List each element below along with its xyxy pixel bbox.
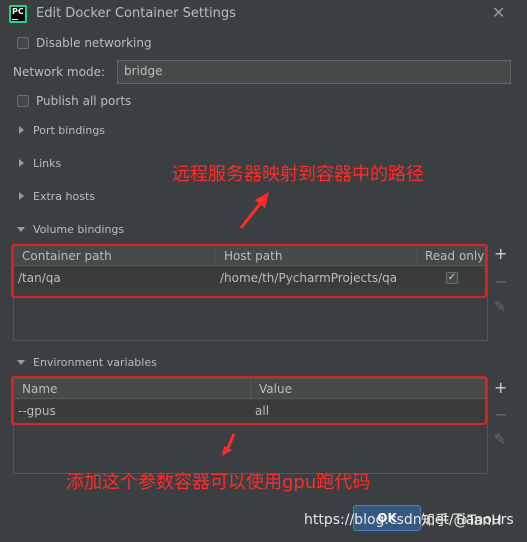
highlight-box	[11, 376, 487, 425]
expand-arrow-icon[interactable]	[19, 192, 24, 200]
section-port-bindings[interactable]: Port bindings	[33, 124, 105, 137]
remove-icon[interactable]: −	[494, 405, 507, 424]
dialog-title: Edit Docker Container Settings	[36, 6, 236, 21]
edit-icon[interactable]: ✎	[494, 432, 506, 448]
annotation-arrow-icon	[239, 192, 269, 229]
publish-all-ports-checkbox[interactable]	[17, 95, 29, 107]
publish-all-ports-label: Publish all ports	[36, 94, 132, 108]
highlight-box	[11, 244, 487, 298]
close-icon[interactable]: ✕	[492, 3, 505, 22]
section-volume-bindings[interactable]: Volume bindings	[33, 223, 124, 236]
section-links[interactable]: Links	[33, 157, 61, 170]
expand-arrow-icon[interactable]	[19, 159, 24, 167]
disable-networking-label: Disable networking	[36, 36, 152, 50]
disable-networking-checkbox[interactable]	[17, 37, 29, 49]
volume-annotation: 远程服务器映射到容器中的路径	[172, 164, 424, 185]
add-icon[interactable]: +	[494, 244, 507, 263]
expand-arrow-icon[interactable]	[19, 126, 24, 134]
network-mode-field[interactable]: bridge	[117, 60, 511, 84]
section-extra-hosts[interactable]: Extra hosts	[33, 190, 95, 203]
collapse-arrow-icon[interactable]	[17, 227, 25, 232]
env-annotation: 添加这个参数容器可以使用gpu跑代码	[66, 472, 371, 493]
add-icon[interactable]: +	[494, 378, 507, 397]
watermark-zhihu: 知乎 @TanH	[421, 513, 502, 529]
network-mode-label: Network mode:	[13, 65, 105, 79]
section-environment-variables[interactable]: Environment variables	[33, 356, 157, 369]
annotation-arrow-icon	[222, 433, 236, 456]
remove-icon[interactable]: −	[494, 272, 507, 291]
edit-icon[interactable]: ✎	[494, 299, 506, 315]
collapse-arrow-icon[interactable]	[17, 360, 25, 365]
pycharm-logo-icon: PC	[9, 5, 27, 23]
